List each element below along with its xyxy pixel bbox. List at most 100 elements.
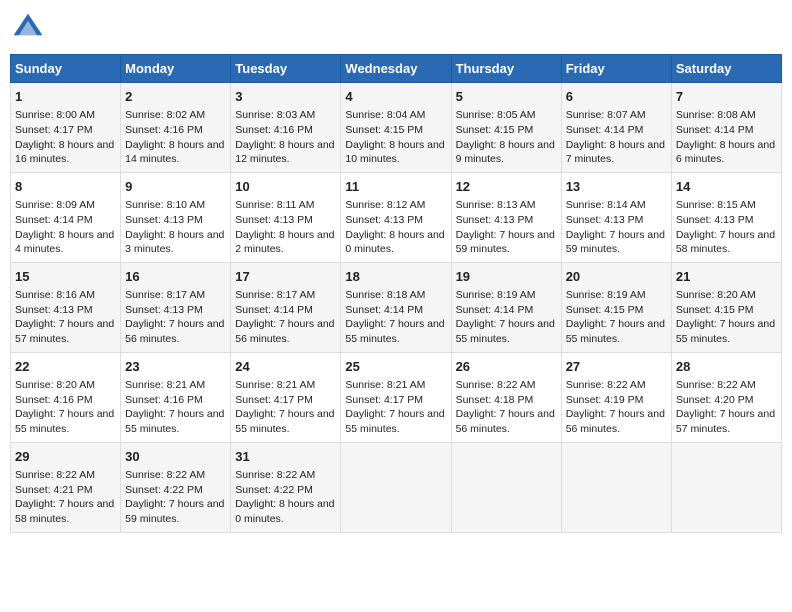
sunset: Sunset: 4:14 PM (345, 304, 423, 316)
daylight: Daylight: 8 hours and 0 minutes. (345, 229, 444, 256)
day-number: 21 (676, 268, 777, 286)
day-number: 11 (345, 178, 446, 196)
sunrise: Sunrise: 8:14 AM (566, 199, 646, 211)
sunset: Sunset: 4:15 PM (566, 304, 644, 316)
sunset: Sunset: 4:13 PM (15, 304, 93, 316)
day-number: 15 (15, 268, 116, 286)
header-monday: Monday (121, 55, 231, 83)
daylight: Daylight: 7 hours and 56 minutes. (456, 408, 555, 435)
sunset: Sunset: 4:14 PM (15, 214, 93, 226)
calendar-cell: 11Sunrise: 8:12 AMSunset: 4:13 PMDayligh… (341, 172, 451, 262)
header-saturday: Saturday (671, 55, 781, 83)
calendar-week-row: 1Sunrise: 8:00 AMSunset: 4:17 PMDaylight… (11, 83, 782, 173)
day-number: 7 (676, 88, 777, 106)
sunset: Sunset: 4:15 PM (676, 304, 754, 316)
day-number: 13 (566, 178, 667, 196)
daylight: Daylight: 7 hours and 57 minutes. (676, 408, 775, 435)
day-number: 14 (676, 178, 777, 196)
daylight: Daylight: 7 hours and 55 minutes. (125, 408, 224, 435)
calendar-week-row: 29Sunrise: 8:22 AMSunset: 4:21 PMDayligh… (11, 442, 782, 532)
day-number: 10 (235, 178, 336, 196)
sunrise: Sunrise: 8:19 AM (456, 289, 536, 301)
calendar-cell (341, 442, 451, 532)
daylight: Daylight: 8 hours and 6 minutes. (676, 139, 775, 166)
daylight: Daylight: 8 hours and 0 minutes. (235, 498, 334, 525)
day-number: 25 (345, 358, 446, 376)
sunrise: Sunrise: 8:18 AM (345, 289, 425, 301)
calendar-cell: 22Sunrise: 8:20 AMSunset: 4:16 PMDayligh… (11, 352, 121, 442)
calendar-cell: 3Sunrise: 8:03 AMSunset: 4:16 PMDaylight… (231, 83, 341, 173)
day-number: 1 (15, 88, 116, 106)
daylight: Daylight: 7 hours and 56 minutes. (566, 408, 665, 435)
calendar-week-row: 15Sunrise: 8:16 AMSunset: 4:13 PMDayligh… (11, 262, 782, 352)
sunrise: Sunrise: 8:03 AM (235, 109, 315, 121)
sunrise: Sunrise: 8:22 AM (456, 379, 536, 391)
day-number: 9 (125, 178, 226, 196)
sunset: Sunset: 4:14 PM (566, 124, 644, 136)
calendar-cell: 28 Sunrise: 8:22 AM Sunset: 4:20 PM Dayligh… (671, 352, 781, 442)
calendar-cell: 7Sunrise: 8:08 AMSunset: 4:14 PMDaylight… (671, 83, 781, 173)
day-number: 8 (15, 178, 116, 196)
calendar-cell: 13Sunrise: 8:14 AMSunset: 4:13 PMDayligh… (561, 172, 671, 262)
calendar-cell: 2Sunrise: 8:02 AMSunset: 4:16 PMDaylight… (121, 83, 231, 173)
sunset: Sunset: 4:16 PM (125, 394, 203, 406)
calendar-cell: 6Sunrise: 8:07 AMSunset: 4:14 PMDaylight… (561, 83, 671, 173)
calendar-cell: 10Sunrise: 8:11 AMSunset: 4:13 PMDayligh… (231, 172, 341, 262)
daylight: Daylight: 8 hours and 10 minutes. (345, 139, 444, 166)
sunrise: Sunrise: 8:22 AM (235, 469, 315, 481)
day-number: 23 (125, 358, 226, 376)
day-number: 18 (345, 268, 446, 286)
sunset: Sunset: 4:18 PM (456, 394, 534, 406)
daylight: Daylight: 8 hours and 2 minutes. (235, 229, 334, 256)
sunset: Sunset: 4:14 PM (235, 304, 313, 316)
calendar-week-row: 8Sunrise: 8:09 AMSunset: 4:14 PMDaylight… (11, 172, 782, 262)
calendar-cell: 23 Sunrise: 8:21 AM Sunset: 4:16 PM Dayligh… (121, 352, 231, 442)
sunset: Sunset: 4:13 PM (676, 214, 754, 226)
calendar-cell: 8Sunrise: 8:09 AMSunset: 4:14 PMDaylight… (11, 172, 121, 262)
day-number: 22 (15, 358, 116, 376)
sunrise: Sunrise: 8:20 AM (676, 289, 756, 301)
page-header (10, 10, 782, 46)
sunset: Sunset: 4:17 PM (235, 394, 313, 406)
sunrise: Sunrise: 8:02 AM (125, 109, 205, 121)
daylight: Daylight: 8 hours and 9 minutes. (456, 139, 555, 166)
day-number: 26 (456, 358, 557, 376)
daylight: Daylight: 8 hours and 16 minutes. (15, 139, 114, 166)
calendar-cell: 21Sunrise: 8:20 AMSunset: 4:15 PMDayligh… (671, 262, 781, 352)
sunrise: Sunrise: 8:22 AM (676, 379, 756, 391)
calendar-cell (671, 442, 781, 532)
sunset: Sunset: 4:19 PM (566, 394, 644, 406)
day-number: 24 (235, 358, 336, 376)
calendar-cell: 24Sunrise: 8:21 AMSunset: 4:17 PMDayligh… (231, 352, 341, 442)
sunset: Sunset: 4:15 PM (456, 124, 534, 136)
logo (10, 10, 50, 46)
sunset: Sunset: 4:13 PM (235, 214, 313, 226)
calendar-cell (561, 442, 671, 532)
sunrise: Sunrise: 8:21 AM (345, 379, 425, 391)
header-thursday: Thursday (451, 55, 561, 83)
sunset: Sunset: 4:17 PM (15, 124, 93, 136)
calendar-cell (451, 442, 561, 532)
sunrise: Sunrise: 8:13 AM (456, 199, 536, 211)
calendar-cell: 5Sunrise: 8:05 AMSunset: 4:15 PMDaylight… (451, 83, 561, 173)
calendar-cell: 25Sunrise: 8:21 AMSunset: 4:17 PMDayligh… (341, 352, 451, 442)
sunrise: Sunrise: 8:21 AM (125, 379, 205, 391)
sunset: Sunset: 4:13 PM (125, 214, 203, 226)
sunrise: Sunrise: 8:19 AM (566, 289, 646, 301)
calendar-cell: 31Sunrise: 8:22 AMSunset: 4:22 PMDayligh… (231, 442, 341, 532)
header-sunday: Sunday (11, 55, 121, 83)
header-tuesday: Tuesday (231, 55, 341, 83)
calendar-cell: 26 Sunrise: 8:22 AM Sunset: 4:18 PM Dayligh… (451, 352, 561, 442)
daylight: Daylight: 7 hours and 55 minutes. (15, 408, 114, 435)
sunset: Sunset: 4:20 PM (676, 394, 754, 406)
day-number: 28 (676, 358, 777, 376)
calendar-cell: 9Sunrise: 8:10 AMSunset: 4:13 PMDaylight… (121, 172, 231, 262)
day-number: 4 (345, 88, 446, 106)
logo-icon (10, 10, 46, 46)
daylight: Daylight: 7 hours and 59 minutes. (125, 498, 224, 525)
calendar-cell: 29Sunrise: 8:22 AMSunset: 4:21 PMDayligh… (11, 442, 121, 532)
sunrise: Sunrise: 8:17 AM (125, 289, 205, 301)
sunrise: Sunrise: 8:10 AM (125, 199, 205, 211)
day-number: 30 (125, 448, 226, 466)
calendar-cell: 4Sunrise: 8:04 AMSunset: 4:15 PMDaylight… (341, 83, 451, 173)
